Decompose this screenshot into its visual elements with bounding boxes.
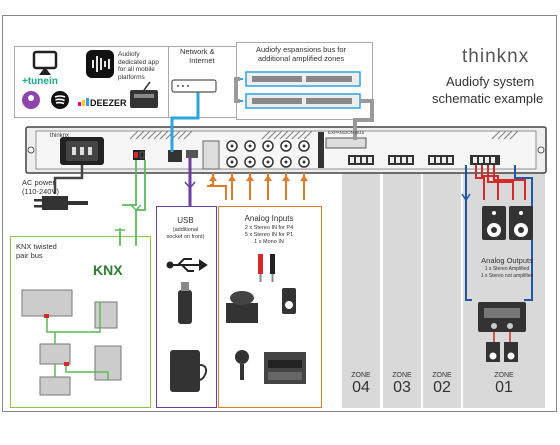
zone-02-label: ZONE 02	[423, 372, 461, 396]
rack-ear-hole-left	[27, 146, 35, 154]
usb-symbol-icon	[166, 258, 208, 272]
analog-output-line: 1 x Stereo not amplified	[480, 272, 534, 279]
speaker-left-icon	[482, 206, 506, 240]
zone-word: ZONE	[392, 372, 412, 379]
zone-word: ZONE	[351, 372, 371, 379]
rca-plug-icon	[258, 254, 275, 282]
airplay-icon	[32, 50, 58, 75]
turntable-icon	[226, 291, 258, 323]
zone-word: ZONE	[494, 372, 514, 379]
analog-input-line: 2 x Stereo IN for P4	[244, 225, 294, 231]
ac-power-label: AC power (110-240V)	[22, 178, 59, 196]
page-title-line1: Audiofy system	[446, 74, 535, 89]
page-title-line2: schematic example	[432, 91, 544, 106]
audiofy-app-icon	[86, 50, 114, 78]
deezer-bars-icon	[78, 98, 89, 106]
audiofy-app-text: Audiofy dedicated app for all mobile pla…	[118, 51, 159, 81]
radio-device-icon	[130, 81, 158, 108]
power-plug-icon	[42, 196, 68, 210]
usb-sublabel: (additional socket on front)	[166, 227, 205, 240]
zone-word: ZONE	[432, 372, 452, 379]
usb-hdd-icon	[170, 350, 200, 392]
microphone-icon	[235, 350, 249, 380]
zone-number: 02	[433, 379, 451, 396]
analog-input-cables	[207, 173, 305, 200]
zone-01-label: ZONE 01	[463, 372, 545, 396]
analog-outputs-lines: 1 x Stereo Amplified 1 x Stereo not ampl…	[466, 266, 548, 279]
expansion-bus-label: Audiofy espansions bus for additional am…	[256, 45, 347, 63]
output-cable-not-amplified	[465, 165, 472, 301]
zone-04-label: ZONE 04	[342, 372, 380, 396]
amplifier-icon	[478, 302, 526, 332]
radio-icon	[264, 352, 306, 384]
passive-speakers-icon	[486, 332, 518, 362]
analog-input-line: 1 x Mono IN	[254, 239, 284, 245]
analog-outputs-title: Analog Outputs	[481, 256, 533, 265]
analog-inputs-lines: 2 x Stereo IN for P4 5 x Stereo IN for P…	[218, 225, 320, 246]
analog-input-line: 5 x Stereo IN for P1	[244, 232, 294, 238]
usb-label: USB	[177, 216, 194, 225]
tunein-label: +tunein	[22, 76, 58, 87]
usb-port-rear	[186, 150, 198, 158]
rack-ear-hole-right	[537, 146, 545, 154]
knx-logo-icon: KNX	[93, 262, 123, 278]
rack-expansion-label: EXPANSION BUS	[328, 130, 365, 135]
speaker-right-icon	[509, 206, 533, 240]
expansion-port	[325, 137, 367, 149]
analog-inputs-title: Analog Inputs	[244, 214, 294, 223]
rack-brand: thinknx	[50, 133, 70, 139]
knx-device-group	[21, 289, 122, 396]
zone-03-label: ZONE 03	[383, 372, 421, 396]
network-label: Network & Internet	[180, 47, 215, 65]
rack-panel-divider	[202, 140, 220, 170]
knx-logo-text: KNX	[93, 262, 123, 278]
brand-logo: thinknx	[462, 46, 530, 67]
deezer-label: DEEZER	[90, 98, 127, 108]
zone-number: 03	[393, 379, 411, 396]
zone-number: 01	[495, 379, 513, 396]
zone-number: 04	[352, 379, 370, 396]
lan-port	[168, 150, 182, 162]
usb-stick-icon	[178, 290, 192, 324]
rack-label-strip	[318, 132, 324, 168]
knx-label: KNX twisted pair bus	[16, 242, 57, 260]
